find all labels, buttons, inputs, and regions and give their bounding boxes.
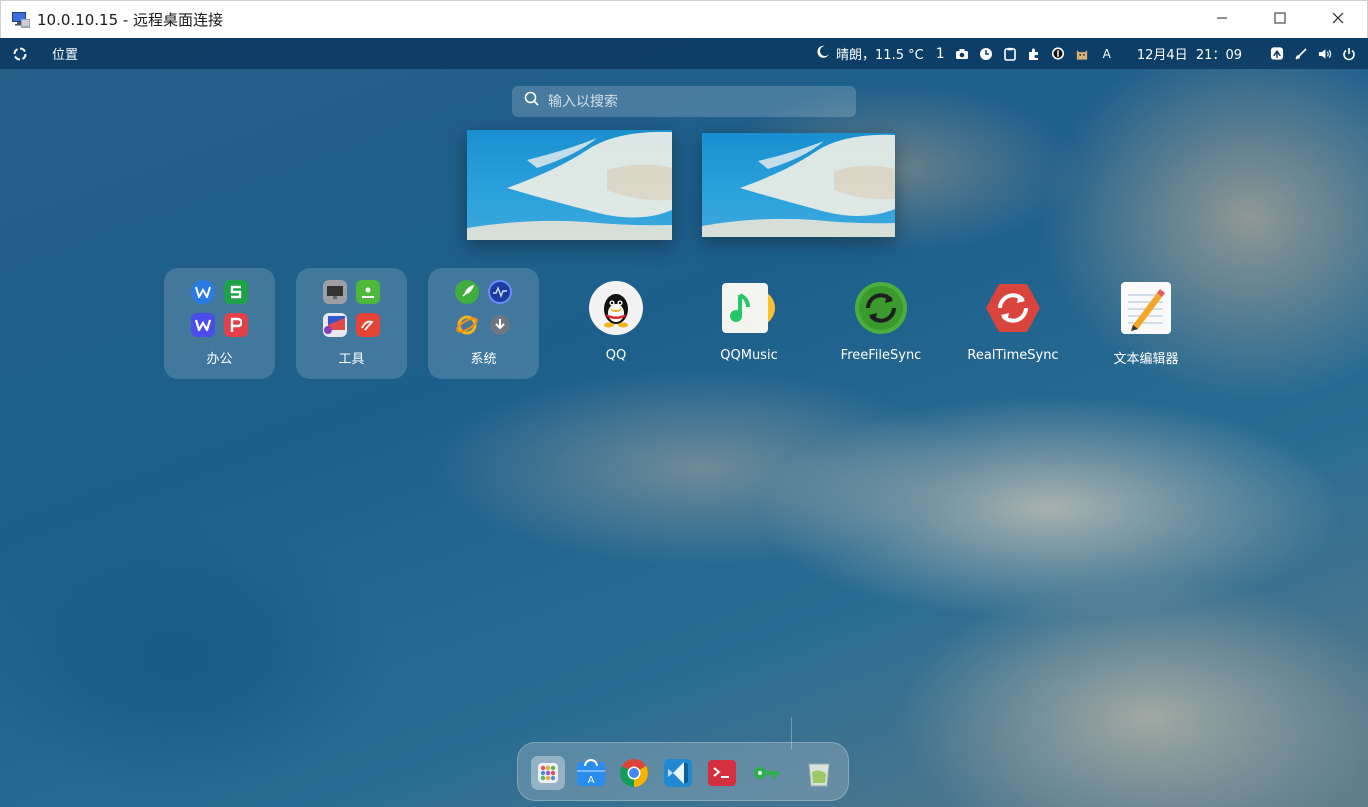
- volume-icon[interactable]: [1318, 47, 1332, 61]
- clipboard-icon[interactable]: [1003, 47, 1017, 61]
- maximize-icon: [1274, 11, 1286, 29]
- cat-icon[interactable]: [1075, 47, 1089, 61]
- system-monitor-icon: [488, 280, 512, 304]
- dock: A: [517, 742, 849, 801]
- app-label: QQ: [605, 348, 627, 363]
- wps-writer-icon: [191, 280, 215, 304]
- extensions-icon[interactable]: [1027, 47, 1041, 61]
- window-title: 10.0.10.15 - 远程桌面连接: [37, 11, 224, 29]
- folder-label: 办公: [206, 352, 233, 367]
- folder-label: 工具: [338, 352, 365, 367]
- screenshot-icon: [323, 313, 347, 337]
- rdp-title-bar: 10.0.10.15 - 远程桌面连接: [0, 0, 1368, 38]
- workspace-thumbnail-1[interactable]: [467, 130, 672, 240]
- app-label: 文本编辑器: [1113, 352, 1179, 367]
- moon-icon: [816, 45, 830, 63]
- network-icon: [455, 313, 479, 337]
- panel-status-area: 晴朗，11.5 °C 1 A 12月4日 21：09: [816, 38, 1368, 69]
- maximize-button[interactable]: [1251, 1, 1309, 39]
- minimize-button[interactable]: [1193, 1, 1251, 39]
- activities-icon[interactable]: [12, 46, 28, 62]
- word-icon: [191, 313, 215, 337]
- info-icon[interactable]: [1051, 47, 1065, 61]
- close-button[interactable]: [1309, 1, 1367, 39]
- app-folder-tools[interactable]: 工具: [296, 268, 407, 379]
- chrome-icon[interactable]: [617, 756, 651, 790]
- clock-datetime[interactable]: 12月4日 21：09: [1137, 38, 1242, 69]
- wps-presentation-icon: [224, 313, 248, 337]
- folder-label: 系统: [470, 352, 497, 367]
- keyboard-layout[interactable]: A: [1103, 38, 1111, 69]
- top-panel: 位置 晴朗，11.5 °C 1 A 12月4日 21：09: [0, 38, 1368, 69]
- power-icon[interactable]: [1342, 47, 1356, 61]
- app-text-editor[interactable]: 文本编辑器: [1081, 268, 1211, 379]
- minimize-icon: [1216, 11, 1228, 29]
- vscode-icon[interactable]: [661, 756, 695, 790]
- workspace-thumbnail-2[interactable]: [702, 133, 895, 237]
- app-folder-office[interactable]: 办公: [164, 268, 275, 379]
- realtimesync-icon: [986, 281, 1040, 335]
- window-controls: [1193, 1, 1367, 39]
- launcher-icon[interactable]: [531, 756, 565, 790]
- key-icon[interactable]: [749, 756, 783, 790]
- qqmusic-icon: [722, 281, 776, 335]
- search-input[interactable]: [548, 93, 828, 110]
- workspace-indicator[interactable]: 1: [936, 38, 945, 69]
- camera-icon[interactable]: [955, 47, 969, 61]
- app-qq[interactable]: QQ: [551, 268, 681, 379]
- app-qqmusic[interactable]: QQMusic: [684, 268, 814, 379]
- remote-desktop-icon: [11, 10, 31, 30]
- download-icon: [488, 313, 512, 337]
- freefilesync-icon: [854, 281, 908, 335]
- network-wired-icon[interactable]: [1294, 47, 1308, 61]
- remote-desktop: 位置 晴朗，11.5 °C 1 A 12月4日 21：09 输入以搜索 办公 工…: [0, 38, 1368, 807]
- dock-separator: [791, 717, 792, 749]
- app-freefilesync[interactable]: FreeFileSync: [816, 268, 946, 379]
- rocket-icon: [455, 280, 479, 304]
- terminal-icon[interactable]: [705, 756, 739, 790]
- app-label: FreeFileSync: [840, 348, 922, 363]
- monitor-icon: [323, 280, 347, 304]
- weather-text: 晴朗，11.5 °C: [836, 48, 924, 63]
- search-icon: [524, 91, 540, 112]
- qq-icon: [589, 281, 643, 335]
- annotation-icon: [356, 313, 380, 337]
- app-realtimesync[interactable]: RealTimeSync: [948, 268, 1078, 379]
- app-label: QQMusic: [720, 348, 778, 363]
- clock-icon[interactable]: [979, 47, 993, 61]
- app-label: RealTimeSync: [967, 348, 1059, 363]
- places-menu[interactable]: 位置: [52, 44, 78, 63]
- close-icon: [1332, 11, 1344, 29]
- app-folder-system[interactable]: 系统: [428, 268, 539, 379]
- search-box[interactable]: [512, 86, 856, 117]
- text-editor-icon: [1119, 281, 1173, 335]
- app-store-icon[interactable]: A: [574, 756, 608, 790]
- screen-share-icon[interactable]: [1270, 47, 1284, 61]
- svg-text:A: A: [588, 775, 595, 786]
- trash-icon[interactable]: [802, 756, 836, 790]
- weather-indicator[interactable]: 晴朗，11.5 °C: [816, 38, 924, 69]
- wps-spreadsheet-icon: [224, 280, 248, 304]
- installer-icon: [356, 280, 380, 304]
